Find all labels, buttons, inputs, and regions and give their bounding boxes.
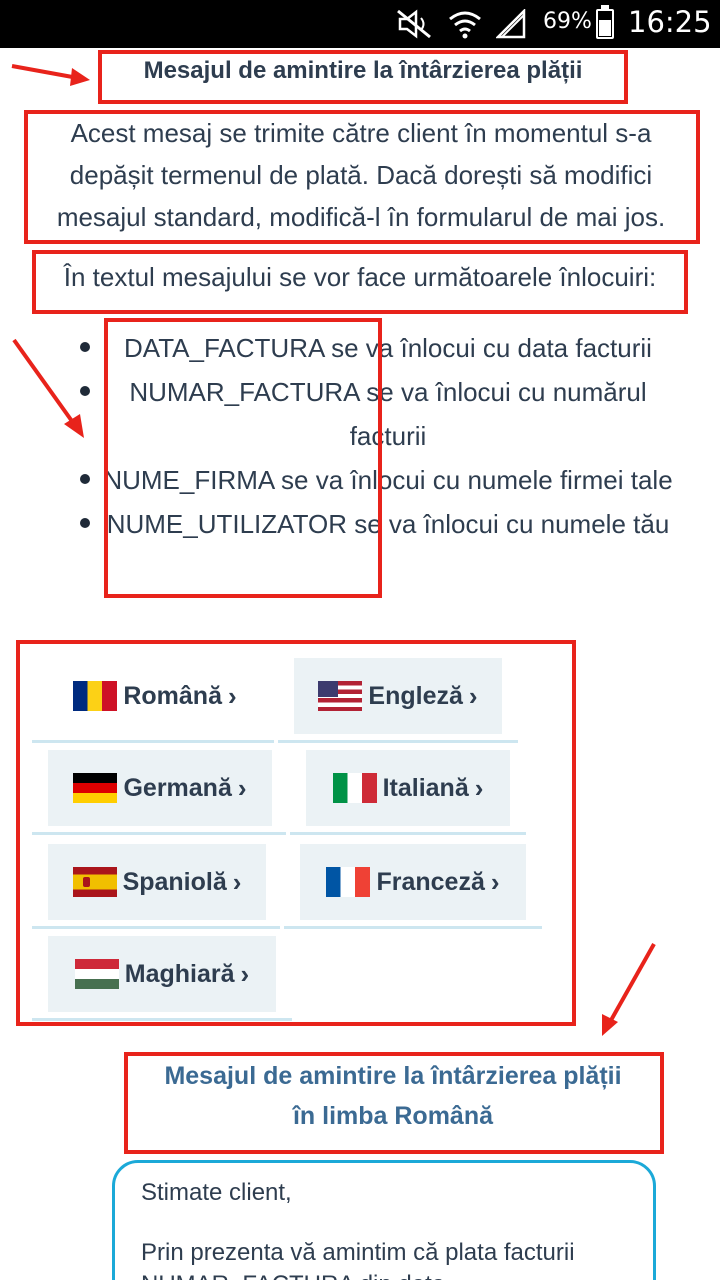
replacements-intro: În textul mesajului se vor face următoar… [63, 262, 657, 292]
lang-button-maghiara[interactable]: Maghiară › [48, 936, 276, 1012]
lang-label: Franceză [376, 867, 485, 896]
page-title: Mesajul de amintire la întârzierea plăți… [143, 57, 583, 84]
chevron-right-icon: › [490, 866, 500, 897]
chevron-right-icon: › [474, 772, 484, 803]
lang-label: Germană [123, 773, 232, 802]
chevron-right-icon: › [240, 958, 250, 989]
message-heading: Mesajul de amintire la întârzierea plăți… [126, 1056, 660, 1136]
lang-label: Italiană [382, 773, 469, 802]
message-heading-line1: Mesajul de amintire la întârzierea plăți… [164, 1062, 622, 1090]
romania-flag-icon [73, 681, 118, 711]
chevron-right-icon: › [468, 680, 478, 711]
annotation-arrow-icon [602, 943, 656, 1036]
page-description: Acest mesaj se trimite către client în m… [56, 118, 666, 232]
divider [32, 740, 274, 743]
hungary-flag-icon [74, 959, 119, 989]
wifi-icon [449, 11, 481, 39]
bullet [80, 474, 90, 484]
lang-button-spaniola[interactable]: Spaniolă › [48, 844, 266, 920]
lang-label: Engleză [368, 681, 463, 710]
lang-button-germana[interactable]: Germană › [48, 750, 272, 826]
france-flag-icon [326, 867, 371, 897]
chevron-right-icon: › [237, 772, 247, 803]
chevron-right-icon: › [227, 680, 237, 711]
usa-flag-icon [318, 681, 363, 711]
germany-flag-icon [73, 773, 118, 803]
message-greeting: Stimate client, [141, 1179, 292, 1206]
divider [284, 926, 542, 929]
divider [278, 740, 518, 743]
lang-button-engleza[interactable]: Engleză › [294, 658, 502, 734]
mute-icon [397, 9, 431, 39]
status-bar: 69% 16:25 [0, 0, 720, 48]
message-textarea[interactable]: Stimate client, Prin prezenta vă amintim… [112, 1160, 656, 1280]
divider [32, 1018, 292, 1021]
chevron-right-icon: › [232, 866, 242, 897]
clock: 16:25 [628, 5, 712, 39]
lang-label: Maghiară [124, 959, 235, 988]
bullet [80, 518, 90, 528]
annotation-arrow-icon [12, 338, 84, 438]
divider [32, 832, 286, 835]
message-body: Prin prezenta vă amintim că plata factur… [141, 1239, 575, 1280]
annotation-box-placeholders [104, 318, 382, 598]
lang-label: Spaniolă [122, 867, 227, 896]
spain-flag-icon [72, 867, 117, 897]
battery-percent: 69% [543, 9, 592, 34]
lang-label: Română [123, 681, 222, 710]
lang-button-franceza[interactable]: Franceză › [300, 844, 526, 920]
divider [32, 926, 280, 929]
divider [290, 832, 526, 835]
signal-icon [496, 9, 526, 39]
annotation-arrow-icon [11, 64, 90, 86]
lang-button-romana[interactable]: Română › [50, 658, 260, 734]
italy-flag-icon [332, 773, 377, 803]
message-heading-line2: în limba Română [292, 1102, 494, 1130]
lang-button-italiana[interactable]: Italiană › [306, 750, 510, 826]
status-icons [396, 8, 526, 40]
battery-icon [596, 5, 614, 39]
